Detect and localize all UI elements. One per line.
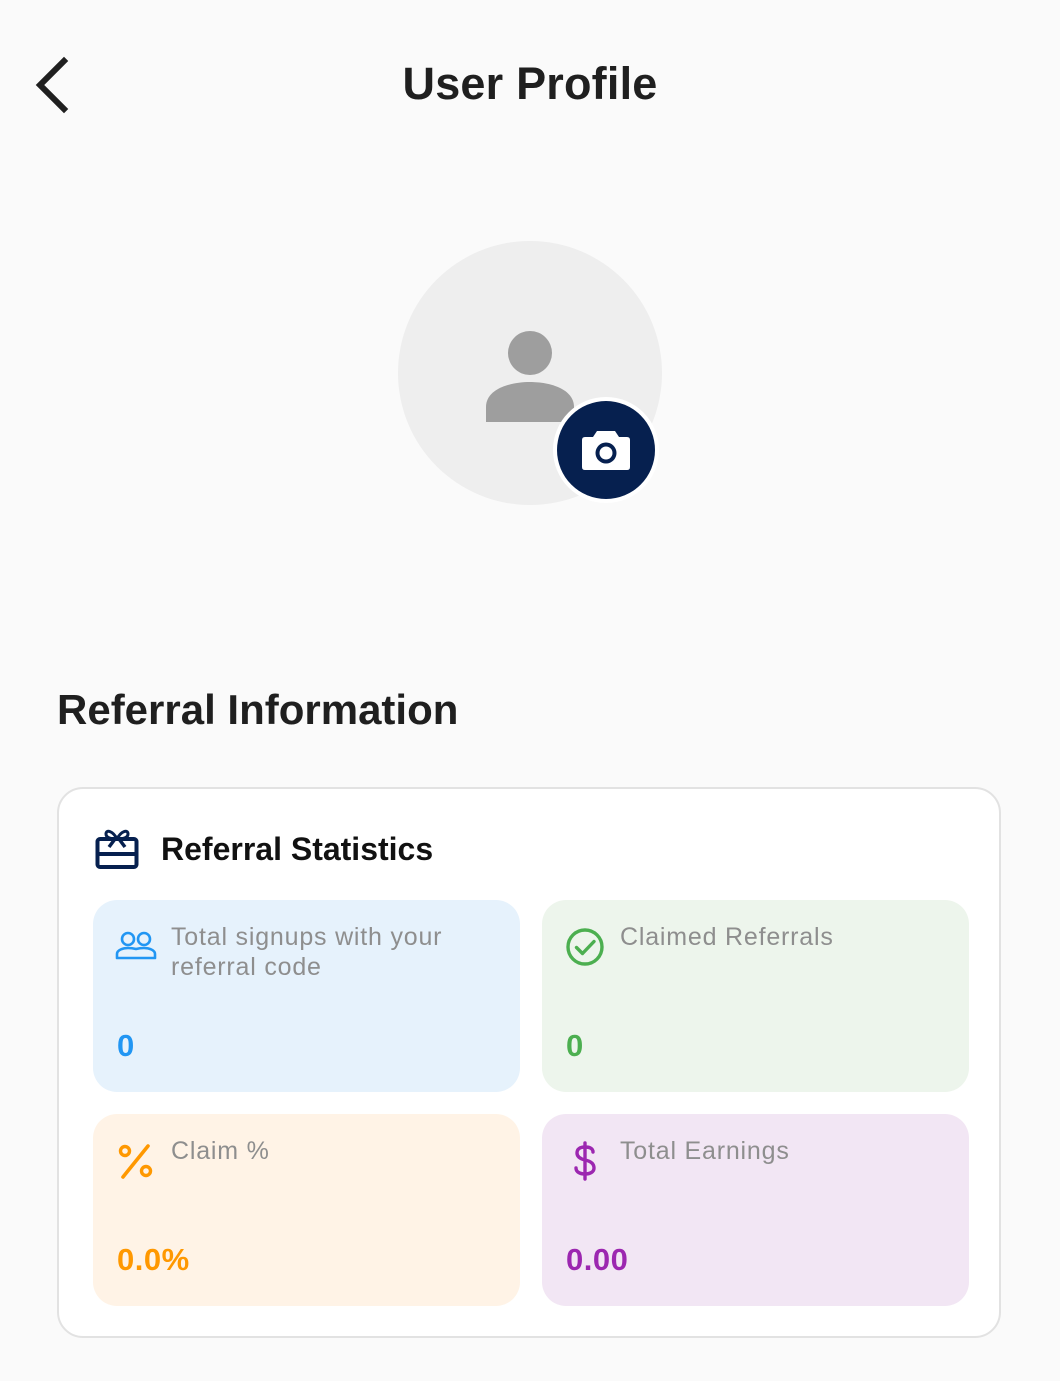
dollar-icon — [574, 1141, 596, 1181]
referral-statistics-card: Referral Statistics Total signups with y… — [57, 787, 1001, 1338]
group-icon — [115, 931, 157, 960]
stat-value: 0.00 — [566, 1242, 629, 1277]
section-title: Referral Information — [57, 686, 459, 733]
card-title: Referral Statistics — [161, 830, 434, 867]
change-photo-button[interactable] — [553, 397, 659, 503]
stat-label: Total signups with your referral code — [171, 923, 443, 981]
percent-icon — [118, 1144, 153, 1179]
stat-claimed-referrals: Claimed Referrals 0 — [542, 900, 969, 1092]
user-profile-screen: User Profile Referral Information Referr… — [0, 0, 1060, 1381]
stat-label: Total Earnings — [620, 1137, 790, 1165]
stat-value: 0 — [117, 1028, 135, 1063]
stat-label: Claim % — [171, 1137, 270, 1165]
stat-total-signups: Total signups with your referral code 0 — [93, 900, 520, 1092]
stat-value: 0 — [566, 1028, 584, 1063]
check-circle-icon — [566, 928, 604, 966]
stat-claim-percent: Claim % 0.0% — [93, 1114, 520, 1306]
gift-card-icon — [95, 829, 139, 869]
camera-icon — [582, 431, 630, 470]
page-title: User Profile — [402, 58, 658, 109]
stat-label: Claimed Referrals — [620, 923, 834, 951]
stat-value: 0.0% — [117, 1242, 190, 1277]
stat-total-earnings: Total Earnings 0.00 — [542, 1114, 969, 1306]
card-header: Referral Statistics — [95, 825, 433, 873]
person-icon — [486, 331, 574, 422]
